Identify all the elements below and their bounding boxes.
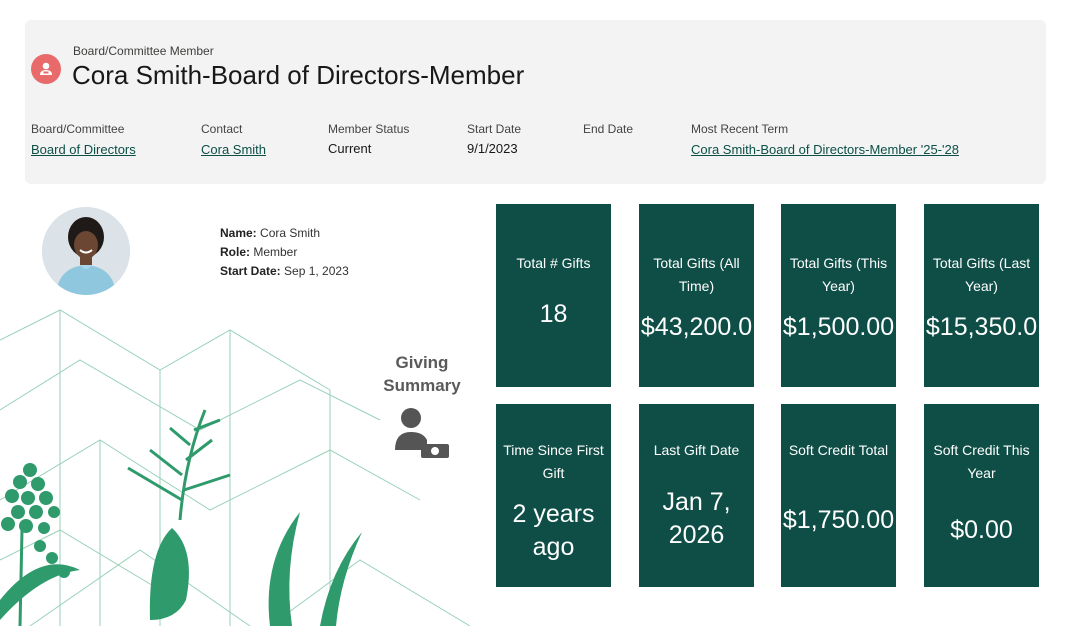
- profile-start-date: Sep 1, 2023: [284, 264, 349, 278]
- tile-value: Jan 7, 2026: [662, 488, 731, 549]
- record-header: Board/Committee Member Cora Smith-Board …: [25, 20, 1046, 184]
- tile-value: $15,350.0: [925, 313, 1038, 341]
- start-date-label: Start Date:: [220, 264, 281, 278]
- tile-time-since-first-gift: Time Since First Gift 2 years ago: [496, 404, 611, 587]
- profile-name-line: Name: Cora Smith: [220, 224, 349, 243]
- member-status-value: Current: [328, 141, 372, 156]
- start-date-value: 9/1/2023: [467, 141, 518, 156]
- giving-summary-title: Giving Summary: [372, 351, 472, 397]
- profile-photo: [42, 207, 130, 295]
- profile-start-line: Start Date: Sep 1, 2023: [220, 262, 349, 281]
- tile-label: Total Gifts (This Year): [789, 255, 888, 294]
- field-end-date: End Date: [583, 122, 633, 141]
- tile-soft-credit-this-year: Soft Credit This Year $0.00: [924, 404, 1039, 587]
- most-recent-term-link[interactable]: Cora Smith-Board of Directors-Member '25…: [691, 142, 959, 157]
- field-most-recent-term: Most Recent Term Cora Smith-Board of Dir…: [691, 122, 959, 159]
- field-member-status: Member Status Current: [328, 122, 409, 156]
- record-object-type: Board/Committee Member: [73, 44, 214, 58]
- giving-title-line2: Summary: [383, 376, 461, 395]
- tile-value: 18: [539, 300, 568, 328]
- profile-role: Member: [253, 245, 298, 259]
- tile-label: Soft Credit This Year: [933, 442, 1030, 481]
- record-title: Cora Smith-Board of Directors-Member: [72, 60, 525, 90]
- tile-label: Total Gifts (Last Year): [932, 255, 1031, 294]
- tile-value: $43,200.0: [640, 313, 753, 341]
- tile-soft-credit-total: Soft Credit Total $1,750.00: [781, 404, 896, 587]
- field-start-date: Start Date 9/1/2023: [467, 122, 521, 156]
- tile-total-gifts-last-year: Total Gifts (Last Year) $15,350.0: [924, 204, 1039, 387]
- field-label: Board/Committee: [31, 122, 125, 136]
- record-type-icon: [31, 54, 61, 84]
- tile-value: $1,500.00: [782, 313, 895, 341]
- field-label: End Date: [583, 122, 634, 136]
- field-label: Contact: [201, 122, 243, 136]
- field-label: Most Recent Term: [691, 122, 789, 136]
- person-money-icon: [395, 408, 449, 458]
- profile-name: Cora Smith: [260, 226, 321, 240]
- board-committee-link[interactable]: Board of Directors: [31, 142, 136, 157]
- tile-total-gifts-all-time: Total Gifts (All Time) $43,200.0: [639, 204, 754, 387]
- tile-label: Time Since First Gift: [503, 442, 604, 481]
- field-board-committee: Board/Committee Board of Directors: [31, 122, 136, 159]
- tile-total-gifts-count: Total # Gifts 18: [496, 204, 611, 387]
- tile-label: Total # Gifts: [516, 255, 591, 271]
- tile-value: 2 years ago: [512, 500, 595, 561]
- field-label: Start Date: [467, 122, 522, 136]
- name-label: Name:: [220, 226, 257, 240]
- tile-last-gift-date: Last Gift Date Jan 7, 2026: [639, 404, 754, 587]
- tile-label: Last Gift Date: [653, 442, 740, 458]
- decorative-plant-illustration: [0, 309, 471, 626]
- role-label: Role:: [220, 245, 250, 259]
- tile-label: Soft Credit Total: [788, 442, 889, 458]
- tile-value: $1,750.00: [782, 506, 895, 534]
- field-label: Member Status: [328, 122, 410, 136]
- giving-title-line1: Giving: [395, 353, 449, 372]
- field-contact: Contact Cora Smith: [201, 122, 266, 159]
- profile-role-line: Role: Member: [220, 243, 349, 262]
- tile-value: $0.00: [950, 516, 1013, 544]
- tile-label: Total Gifts (All Time): [653, 255, 740, 294]
- contact-link[interactable]: Cora Smith: [201, 142, 266, 157]
- profile-info: Name: Cora Smith Role: Member Start Date…: [220, 224, 349, 281]
- tile-total-gifts-this-year: Total Gifts (This Year) $1,500.00: [781, 204, 896, 387]
